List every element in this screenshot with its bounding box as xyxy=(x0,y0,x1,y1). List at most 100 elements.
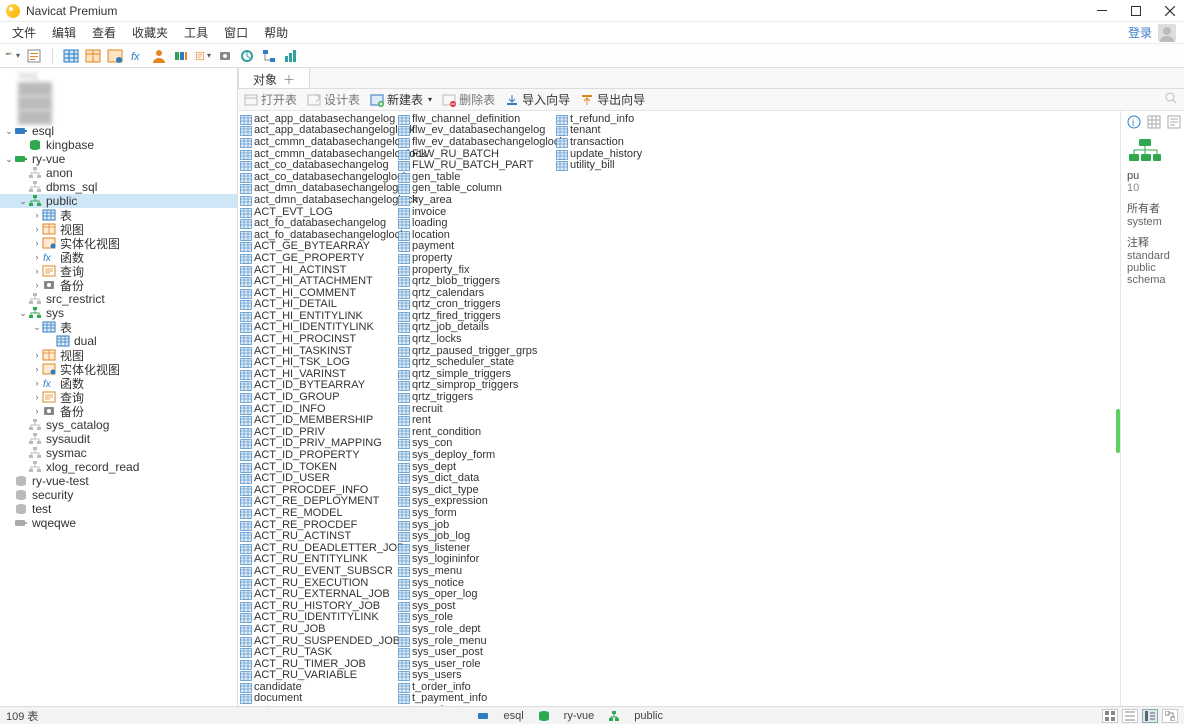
tree-item[interactable]: ·anon xyxy=(0,166,237,180)
chevron-right-icon[interactable]: › xyxy=(32,406,42,416)
table-item[interactable]: act_co_databasechangelog xyxy=(238,159,396,171)
table-item[interactable]: t_product xyxy=(396,704,554,706)
table-item[interactable]: qrtz_blob_triggers xyxy=(396,275,554,287)
chevron-down-icon[interactable]: ⌄ xyxy=(4,154,14,165)
table-item[interactable]: sys_logininfor xyxy=(396,554,554,566)
view-detail-button[interactable] xyxy=(1142,709,1158,723)
menu-help[interactable]: 帮助 xyxy=(256,22,296,43)
table-icon[interactable] xyxy=(63,48,79,64)
table-item[interactable]: ACT_RU_EXECUTION xyxy=(238,577,396,589)
table-list-view[interactable]: act_app_databasechangelogact_app_databas… xyxy=(238,111,1120,706)
menu-edit[interactable]: 编辑 xyxy=(44,22,84,43)
table-item[interactable]: sys_dict_type xyxy=(396,484,554,496)
table-item[interactable]: ACT_RU_VARIABLE xyxy=(238,670,396,682)
table-item[interactable]: utility_bill xyxy=(554,159,712,171)
chevron-down-icon[interactable]: ⌄ xyxy=(4,126,14,137)
table-item[interactable]: act_app_databasechangeloglock xyxy=(238,125,396,137)
table-item[interactable]: qrtz_scheduler_state xyxy=(396,356,554,368)
table-item[interactable]: act_dmn_databasechangeloglock xyxy=(238,194,396,206)
grid-icon[interactable] xyxy=(1147,115,1161,132)
open-table-button[interactable]: 打开表 xyxy=(244,91,297,108)
table-item[interactable]: ACT_HI_VARINST xyxy=(238,368,396,380)
table-item[interactable]: ACT_ID_PRIV xyxy=(238,426,396,438)
table-item[interactable]: rent_condition xyxy=(396,426,554,438)
table-item[interactable]: tenant xyxy=(554,125,712,137)
function-icon[interactable]: fx xyxy=(129,48,145,64)
new-table-button[interactable]: 新建表▾ xyxy=(370,91,432,108)
table-item[interactable]: qrtz_simple_triggers xyxy=(396,368,554,380)
tree-item[interactable]: ·sysmac xyxy=(0,446,237,460)
chart-icon[interactable] xyxy=(283,48,299,64)
table-item[interactable]: ACT_HI_ACTINST xyxy=(238,264,396,276)
chevron-right-icon[interactable]: › xyxy=(32,350,42,360)
table-item[interactable]: act_co_databasechangeloglock xyxy=(238,171,396,183)
view-grid-button[interactable] xyxy=(1102,709,1118,723)
table-item[interactable]: ACT_RE_DEPLOYMENT xyxy=(238,496,396,508)
table-item[interactable]: act_fo_databasechangeloglock xyxy=(238,229,396,241)
automation-icon[interactable] xyxy=(239,48,255,64)
table-item[interactable]: ACT_ID_GROUP xyxy=(238,391,396,403)
table-item[interactable]: sys_dict_data xyxy=(396,472,554,484)
tree-item[interactable]: ·ry-vue-test xyxy=(0,474,237,488)
table-item[interactable]: loading xyxy=(396,217,554,229)
table-item[interactable]: sys_user_post xyxy=(396,646,554,658)
table-item[interactable]: act_fo_databasechangelog xyxy=(238,217,396,229)
maximize-button[interactable] xyxy=(1128,3,1144,19)
table-item[interactable]: ACT_HI_COMMENT xyxy=(238,287,396,299)
tree-item[interactable]: ⌄ry-vue xyxy=(0,152,237,166)
chevron-down-icon[interactable]: ⌄ xyxy=(32,322,42,333)
chevron-right-icon[interactable]: › xyxy=(32,210,42,220)
table-item[interactable]: transaction xyxy=(554,136,712,148)
chevron-down-icon[interactable]: ⌄ xyxy=(18,308,28,319)
table-item[interactable]: sys_users xyxy=(396,670,554,682)
tree-item[interactable]: ›实体化视图 xyxy=(0,236,237,250)
table-item[interactable]: ACT_RU_IDENTITYLINK xyxy=(238,612,396,624)
import-wizard-button[interactable]: 导入向导 xyxy=(505,91,570,108)
table-item[interactable]: ACT_GE_PROPERTY xyxy=(238,252,396,264)
table-item[interactable]: qrtz_locks xyxy=(396,333,554,345)
table-item[interactable]: sys_dept xyxy=(396,461,554,473)
table-item[interactable]: candidate xyxy=(238,681,396,693)
table-item[interactable]: ACT_RU_ENTITYLINK xyxy=(238,554,396,566)
table-item[interactable]: qrtz_job_details xyxy=(396,322,554,334)
table-item[interactable]: hy_area xyxy=(396,194,554,206)
info-icon[interactable]: i xyxy=(1127,115,1141,132)
table-item[interactable]: sys_form xyxy=(396,507,554,519)
object-search-icon[interactable] xyxy=(1164,91,1178,108)
table-item[interactable]: ACT_ID_PROPERTY xyxy=(238,449,396,461)
table-item[interactable]: sys_role xyxy=(396,612,554,624)
view-list-button[interactable] xyxy=(1122,709,1138,723)
tab-objects[interactable]: 对象 ＋ xyxy=(238,67,310,88)
table-item[interactable]: act_cmmn_databasechangeloglock xyxy=(238,148,396,160)
table-item[interactable]: ACT_GE_BYTEARRAY xyxy=(238,241,396,253)
new-connection-button[interactable] xyxy=(4,48,20,64)
table-item[interactable]: ACT_ID_TOKEN xyxy=(238,461,396,473)
table-item[interactable]: gen_table xyxy=(396,171,554,183)
delete-table-button[interactable]: 删除表 xyxy=(442,91,495,108)
table-item[interactable]: t_payment_info xyxy=(396,693,554,705)
table-item[interactable]: entry xyxy=(238,704,396,706)
menu-fav[interactable]: 收藏夹 xyxy=(124,22,176,43)
user-avatar-icon[interactable] xyxy=(1158,24,1176,42)
table-item[interactable]: payment xyxy=(396,241,554,253)
table-item[interactable]: ACT_HI_PROCINST xyxy=(238,333,396,345)
table-item[interactable]: flw_ev_databasechangelog xyxy=(396,125,554,137)
tree-item[interactable]: ›fx函数 xyxy=(0,250,237,264)
tree-item[interactable]: ·wqeqwe xyxy=(0,516,237,530)
table-item[interactable]: ACT_HI_TASKINST xyxy=(238,345,396,357)
user-icon[interactable] xyxy=(151,48,167,64)
backup-icon[interactable] xyxy=(217,48,233,64)
new-tab-button[interactable]: ＋ xyxy=(283,71,295,88)
table-item[interactable]: ACT_RU_HISTORY_JOB xyxy=(238,600,396,612)
chevron-right-icon[interactable]: › xyxy=(32,364,42,374)
tree-item[interactable]: ·xlog_record_read xyxy=(0,460,237,474)
tree-item[interactable]: ·security xyxy=(0,488,237,502)
view-icon[interactable] xyxy=(85,48,101,64)
table-item[interactable]: sys_role_dept xyxy=(396,623,554,635)
tree-item[interactable]: ·src_restrict xyxy=(0,292,237,306)
table-item[interactable]: rent xyxy=(396,414,554,426)
chevron-down-icon[interactable]: ⌄ xyxy=(18,196,28,207)
tree-item[interactable]: ›查询 xyxy=(0,264,237,278)
detail-icon[interactable] xyxy=(1167,115,1181,132)
table-item[interactable]: FLW_RU_BATCH_PART xyxy=(396,159,554,171)
